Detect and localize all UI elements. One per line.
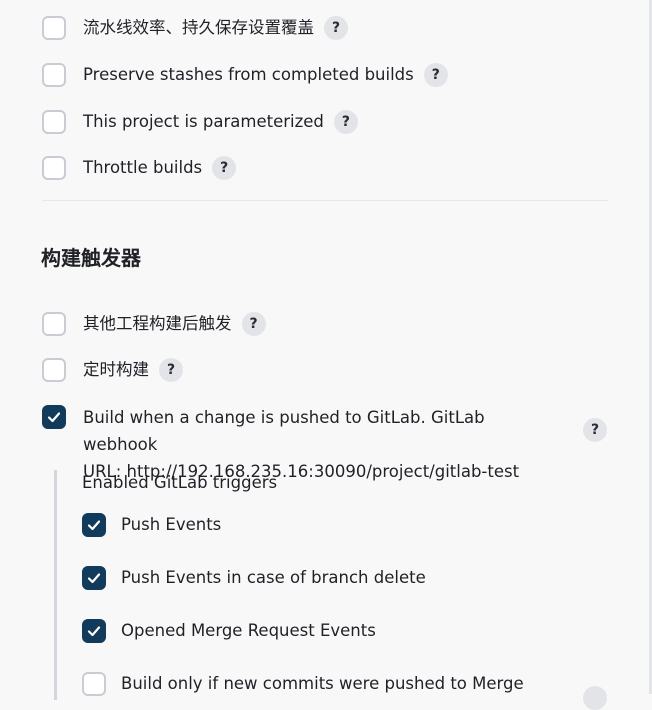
help-icon[interactable]: ?: [583, 418, 607, 442]
checkbox[interactable]: [42, 358, 66, 382]
check-icon: [87, 520, 101, 531]
enabled-gitlab-triggers-title: Enabled GitLab triggers: [82, 473, 278, 492]
gitlab-opened-merge-request-events[interactable]: Opened Merge Request Events: [82, 618, 376, 644]
option-throttle-builds[interactable]: Throttle builds ?: [42, 155, 237, 181]
nested-section-bar: [54, 470, 57, 700]
option-pipeline-override[interactable]: 流水线效率、持久保存设置覆盖 ?: [42, 15, 348, 41]
help-icon[interactable]: ?: [423, 63, 448, 87]
gitlab-push-events-branch-delete[interactable]: Push Events in case of branch delete: [82, 565, 426, 591]
checkbox[interactable]: [42, 110, 66, 134]
checkbox[interactable]: [42, 312, 66, 336]
check-icon: [87, 626, 101, 637]
checkbox-checked[interactable]: [82, 566, 106, 590]
option-label: Throttle builds: [83, 158, 203, 177]
help-icon[interactable]: ?: [333, 110, 358, 134]
trigger-after-other-projects[interactable]: 其他工程构建后触发 ?: [42, 311, 266, 337]
gitlab-build-only-new-commits[interactable]: Build only if new commits were pushed to…: [82, 671, 524, 697]
help-icon[interactable]: ?: [212, 156, 237, 180]
help-icon[interactable]: [583, 686, 607, 710]
option-preserve-stashes[interactable]: Preserve stashes from completed builds ?: [42, 62, 448, 88]
option-label: 流水线效率、持久保存设置覆盖: [83, 18, 314, 37]
help-icon[interactable]: ?: [241, 312, 266, 336]
option-label: 定时构建: [83, 360, 149, 379]
option-label: Opened Merge Request Events: [121, 621, 376, 640]
option-parameterized[interactable]: This project is parameterized ?: [42, 109, 358, 135]
checkbox[interactable]: [42, 63, 66, 87]
help-icon[interactable]: ?: [324, 16, 348, 40]
gitlab-trigger-label-line1: Build when a change is pushed to GitLab.…: [83, 408, 485, 454]
gitlab-push-events[interactable]: Push Events: [82, 512, 221, 538]
checkbox[interactable]: [82, 672, 106, 696]
checkbox[interactable]: [42, 16, 66, 40]
checkbox[interactable]: [42, 156, 66, 180]
trigger-gitlab-push[interactable]: [42, 405, 66, 429]
check-icon: [87, 573, 101, 584]
option-label: Preserve stashes from completed builds: [83, 65, 414, 84]
section-title-build-triggers: 构建触发器: [41, 246, 141, 270]
check-icon: [47, 412, 61, 423]
option-label: Build only if new commits were pushed to…: [121, 674, 524, 693]
option-label: This project is parameterized: [83, 112, 324, 131]
help-icon[interactable]: ?: [159, 358, 183, 382]
option-label: Push Events in case of branch delete: [121, 568, 426, 587]
checkbox-checked[interactable]: [82, 513, 106, 537]
checkbox-checked[interactable]: [82, 619, 106, 643]
section-divider: [42, 200, 608, 201]
checkbox-checked[interactable]: [42, 405, 66, 429]
option-label: 其他工程构建后触发: [83, 314, 232, 333]
trigger-periodic-build[interactable]: 定时构建 ?: [42, 357, 183, 383]
option-label: Push Events: [121, 515, 222, 534]
